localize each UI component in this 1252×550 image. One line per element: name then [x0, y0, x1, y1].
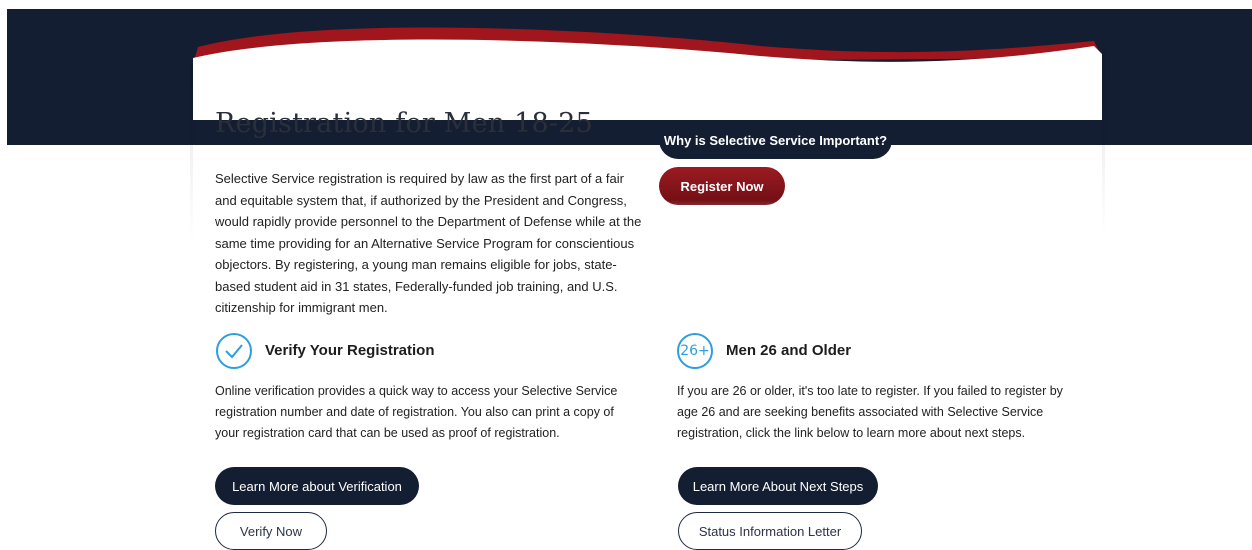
card-fade [650, 200, 1103, 250]
intro-paragraph: Selective Service registration is requir… [215, 171, 642, 315]
learn-more-verification-button[interactable]: Learn More about Verification [215, 467, 419, 505]
age-badge-text: 26+ [680, 343, 710, 359]
checkmark-circle-icon [216, 333, 252, 369]
verify-section-body: Online verification provides a quick way… [215, 384, 618, 440]
page-title: Registration for Men 18-25 [215, 108, 594, 139]
verify-now-button[interactable]: Verify Now [215, 512, 327, 550]
status-information-letter-button[interactable]: Status Information Letter [678, 512, 862, 550]
verify-section-title: Verify Your Registration [265, 342, 435, 359]
older-section-title: Men 26 and Older [726, 342, 852, 359]
learn-more-next-steps-button[interactable]: Learn More About Next Steps [678, 467, 878, 505]
hero-wave-decoration [193, 27, 1102, 120]
why-selective-service-button[interactable]: Why is Selective Service Important? [659, 121, 892, 159]
age-26-plus-icon: 26+ [677, 333, 713, 369]
card-edge-left [190, 64, 193, 244]
older-section-body: If you are 26 or older, it's too late to… [677, 384, 1063, 440]
